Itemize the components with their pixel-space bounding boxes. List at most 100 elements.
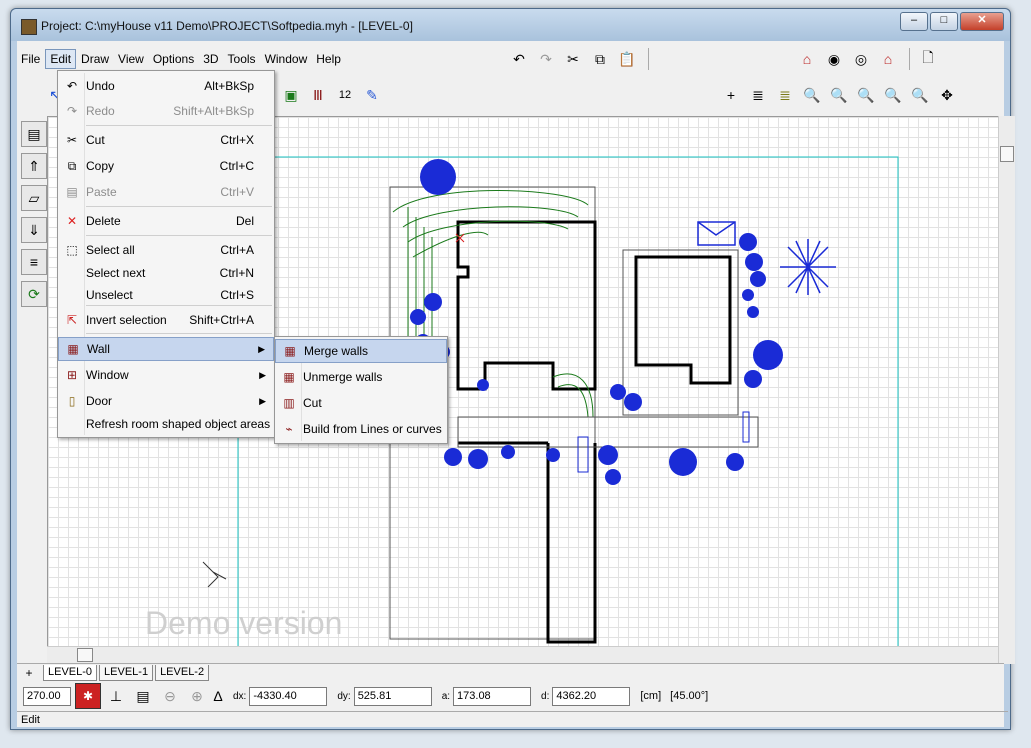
pan-icon[interactable]: ✥	[935, 83, 959, 107]
snap-grid-icon[interactable]: ✱	[75, 683, 101, 709]
zoom-all-icon[interactable]: 🔍	[881, 83, 905, 107]
tab-level-0[interactable]: LEVEL-0	[43, 665, 98, 681]
menu-item-shortcut: Alt+BkSp	[204, 79, 254, 93]
undo-icon: ↶	[66, 79, 78, 93]
menu-item-window[interactable]: ⊞ Window ▶	[58, 364, 274, 386]
house-render-icon[interactable]: ⌂	[795, 47, 819, 71]
menu-item-door[interactable]: ▯ Door ▶	[58, 390, 274, 412]
menu-item-paste[interactable]: ▤ Paste Ctrl+V	[58, 181, 274, 203]
menu-item-wall[interactable]: ▦ Wall ▶	[58, 337, 274, 361]
step-forward-icon[interactable]: ⊕	[185, 684, 209, 708]
menu-edit[interactable]: Edit	[45, 49, 77, 69]
layers-icon[interactable]: ≣	[746, 83, 770, 107]
angle-dimension-icon[interactable]: 12	[333, 83, 357, 107]
cabinet-icon[interactable]: ▣	[279, 83, 303, 107]
add-level-button[interactable]: +	[17, 666, 41, 680]
maximize-button[interactable]: □	[930, 12, 958, 31]
house-delete-icon[interactable]: ⌂	[876, 47, 900, 71]
menu-item-shortcut: Ctrl+V	[220, 185, 254, 199]
menu-item-redo[interactable]: ↷ Redo Shift+Alt+BkSp	[58, 100, 274, 122]
zoom-window-icon[interactable]: 🔍	[827, 83, 851, 107]
menu-item-label: Undo	[86, 79, 115, 93]
door-icon: ▯	[68, 394, 76, 408]
menu-item-refresh-room-areas[interactable]: Refresh room shaped object areas	[58, 413, 274, 435]
eraser-icon[interactable]: ▱	[21, 185, 47, 211]
scissors-icon[interactable]: ✂	[561, 47, 585, 71]
menu-item-unselect[interactable]: Unselect Ctrl+S	[58, 284, 274, 306]
zoom-in-icon[interactable]: 🔍	[800, 83, 824, 107]
level-down-icon[interactable]: ⇓	[21, 217, 47, 243]
submenu-item-merge-walls[interactable]: ▦ Merge walls	[275, 339, 447, 363]
delete-icon: ✕	[66, 214, 78, 228]
step-back-icon[interactable]: ⊖	[158, 684, 182, 708]
scissors-icon: ✂	[66, 133, 78, 147]
vertical-scrollbar[interactable]	[998, 116, 1015, 664]
dy-label: dy:	[337, 690, 351, 702]
horizontal-scroll-thumb[interactable]	[77, 648, 93, 662]
menu-draw[interactable]: Draw	[77, 50, 113, 68]
zoom-selection-icon[interactable]: 🔍	[854, 83, 878, 107]
menu-help[interactable]: Help	[312, 50, 345, 68]
level-up-icon[interactable]: ⇑	[21, 153, 47, 179]
horizontal-scrollbar[interactable]	[47, 646, 998, 663]
menu-view[interactable]: View	[114, 50, 148, 68]
menu-item-label: Redo	[86, 104, 115, 118]
dx-field[interactable]: -4330.40	[249, 686, 328, 706]
window-title: Project: C:\myHouse v11 Demo\PROJECT\Sof…	[41, 19, 413, 33]
menu-item-label: Delete	[86, 214, 121, 228]
pencil-icon[interactable]: ✎	[360, 83, 384, 107]
new-page-icon[interactable]: 🗋	[916, 47, 940, 71]
a-field[interactable]: 173.08	[453, 686, 532, 706]
calculator-icon[interactable]: ▤	[21, 121, 47, 147]
wall-submenu: ▦ Merge walls ▦ Unmerge walls ▥ Cut ⌁ Bu…	[274, 336, 448, 444]
menu-item-shortcut: Shift+Ctrl+A	[189, 313, 254, 327]
dx-label: dx:	[233, 690, 247, 702]
submenu-item-build-from-lines[interactable]: ⌁ Build from Lines or curves	[275, 418, 447, 440]
ortho-icon[interactable]: ⊥	[104, 684, 128, 708]
menu-item-delete[interactable]: ✕ Delete Del	[58, 210, 274, 232]
zoom-plus-icon[interactable]: 🔍	[908, 83, 932, 107]
menu-item-cut[interactable]: ✂ Cut Ctrl+X	[58, 129, 274, 151]
edit-menu-dropdown: ↶ Undo Alt+BkSp ↷ Redo Shift+Alt+BkSp ✂ …	[57, 70, 275, 438]
layers-color-icon[interactable]: ≣	[773, 83, 797, 107]
tab-level-1[interactable]: LEVEL-1	[99, 665, 154, 681]
menu-item-label: Wall	[87, 342, 110, 356]
railing-icon[interactable]: Ⅲ	[306, 83, 330, 107]
title-bar: Project: C:\myHouse v11 Demo\PROJECT\Sof…	[11, 9, 1010, 41]
table-icon[interactable]: ▤	[131, 684, 155, 708]
tab-level-2[interactable]: LEVEL-2	[155, 665, 210, 681]
menu-file[interactable]: File	[17, 50, 44, 68]
d-field[interactable]: 4362.20	[552, 686, 631, 706]
submenu-item-unmerge-walls[interactable]: ▦ Unmerge walls	[275, 366, 447, 388]
menu-options[interactable]: Options	[149, 50, 198, 68]
menu-item-undo[interactable]: ↶ Undo Alt+BkSp	[58, 75, 274, 97]
menu-3d[interactable]: 3D	[199, 50, 222, 68]
menu-item-label: Cut	[86, 133, 105, 147]
redo-icon[interactable]: ↷	[534, 47, 558, 71]
menu-item-shortcut: Ctrl+A	[220, 243, 254, 257]
refresh-icon[interactable]: ⟳	[21, 281, 47, 307]
paste-icon[interactable]: 📋	[615, 47, 639, 71]
angle-field[interactable]: 270.00	[23, 686, 71, 706]
submenu-item-cut-wall[interactable]: ▥ Cut	[275, 392, 447, 414]
demo-watermark: Demo version	[145, 605, 343, 641]
menu-item-copy[interactable]: ⧉ Copy Ctrl+C	[58, 155, 274, 177]
vertical-scroll-thumb[interactable]	[1000, 146, 1014, 162]
dy-field[interactable]: 525.81	[353, 686, 432, 706]
copy-icon[interactable]: ⧉	[588, 47, 612, 71]
menu-item-select-next[interactable]: Select next Ctrl+N	[58, 262, 274, 284]
unmerge-walls-icon: ▦	[283, 370, 295, 384]
menu-item-label: Invert selection	[86, 313, 167, 327]
minimize-button[interactable]: –	[900, 12, 928, 31]
menu-window[interactable]: Window	[261, 50, 312, 68]
menu-tools[interactable]: Tools	[224, 50, 260, 68]
menu-item-invert-selection[interactable]: ⇱ Invert selection Shift+Ctrl+A	[58, 309, 274, 331]
close-button[interactable]: ✕	[960, 12, 1004, 31]
undo-icon[interactable]: ↶	[507, 47, 531, 71]
plus-icon[interactable]: +	[719, 83, 743, 107]
coordinate-bar: 270.00 ✱ ⊥ ▤ ⊖ ⊕ Δ dx: -4330.40 dy: 525.…	[17, 683, 1004, 709]
floor-icon[interactable]: ≡	[21, 249, 47, 275]
movie-camera-icon[interactable]: ◎	[849, 47, 873, 71]
menu-item-select-all[interactable]: ⬚ Select all Ctrl+A	[58, 239, 274, 261]
camera-icon[interactable]: ◉	[822, 47, 846, 71]
